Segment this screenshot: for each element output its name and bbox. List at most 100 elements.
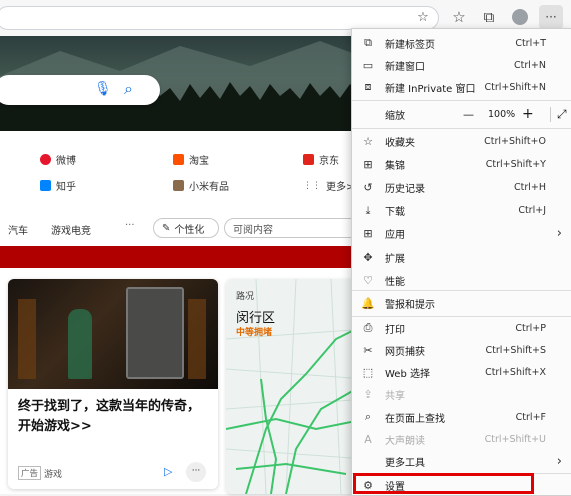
menu-item-collections[interactable]: ⊞ 集锦 Ctrl+Shift+Y [352,153,571,175]
traffic-card[interactable]: 路况 闵行区 中等拥堵 [226,279,366,494]
menu-item-label: 扩展 [385,253,405,265]
menu-item-alerts[interactable]: 🔔 警报和提示 [352,292,571,314]
share-icon: ⇪ [363,388,373,402]
nav-item-gaming[interactable]: 游戏电竞 [51,222,91,237]
quicklink-jd[interactable]: 京东 [303,152,339,167]
menu-item-inprivate[interactable]: ⧈ 新建 InPrivate 窗口 Ctrl+Shift+N [352,76,571,98]
menu-item-download[interactable]: ⤓ 下载 Ctrl+J [352,200,571,222]
menu-item-apps[interactable]: ⊞ 应用 › [352,223,571,245]
collections-icon[interactable]: ⧉ [477,5,501,29]
youpin-icon [173,180,184,191]
add-favorite-icon[interactable]: ☆ [411,5,435,29]
menu-item-label: Web 选择 [385,369,430,381]
more-menu-button[interactable]: ··· [539,5,563,29]
menu-item-label: 新建 InPrivate 窗口 [385,83,476,95]
quicklink-youpin[interactable]: 小米有品 [173,178,229,193]
profile-icon[interactable] [508,5,532,29]
menu-item-find[interactable]: ⌕ 在页面上查找 Ctrl+F [352,406,571,428]
pencil-icon: ✎ [162,222,171,234]
menu-item-read-aloud: A 大声朗读 Ctrl+Shift+U [352,429,571,451]
menu-item-print[interactable]: ⎙ 打印 Ctrl+P [352,317,571,339]
menu-item-shortcut: Ctrl+P [515,322,546,334]
menu-item-web-capture[interactable]: ✂ 网页捕获 Ctrl+Shift+S [352,339,571,361]
menu-separator [352,290,571,291]
search-icon[interactable]: ⌕ [124,79,133,99]
menu-item-shortcut: Ctrl+J [518,205,546,217]
menu-item-shortcut: Ctrl+Shift+X [485,367,546,379]
inprivate-icon: ⧈ [364,80,372,93]
menu-item-label: 在页面上查找 [385,413,445,425]
new-window-icon: ▭ [362,58,374,72]
address-bar[interactable] [0,6,439,30]
menu-item-favorites[interactable]: ☆ 收藏夹 Ctrl+Shift+O [352,130,571,152]
read-aloud-icon: A [364,433,372,446]
menu-item-shortcut: Ctrl+Shift+S [485,344,546,356]
menu-item-new-window[interactable]: ▭ 新建窗口 Ctrl+N [352,54,571,76]
find-icon: ⌕ [364,410,372,424]
zoom-in-button[interactable]: + [522,106,534,122]
grid-icon: ⋮⋮ [303,180,321,191]
menu-item-label: 打印 [385,324,405,336]
content-search-input[interactable]: 可阅内容 [224,218,364,238]
favorites-icon: ☆ [363,134,373,148]
menu-item-share: ⇪ 共享 [352,384,571,406]
menu-item-shortcut: Ctrl+Shift+Y [485,158,546,170]
new-tab-icon: ⧉ [364,36,372,49]
menu-item-extensions[interactable]: ✥ 扩展 [352,246,571,268]
performance-icon: ♡ [363,273,373,287]
play-icon[interactable]: ▷ [164,465,172,478]
menu-separator [352,128,571,129]
zhihu-icon [40,180,51,191]
zoom-value: 100% [488,108,516,120]
menu-item-web-select[interactable]: ⬚ Web 选择 Ctrl+Shift+X [352,362,571,384]
weibo-icon [40,154,51,165]
personalize-label: 个性化 [174,224,205,236]
collections-icon: ⊞ [363,157,373,171]
quicklink-label: 微博 [56,156,76,167]
ad-card-title[interactable]: 终于找到了，这款当年的传奇，开始游戏>> [18,397,208,437]
personalize-button[interactable]: ✎ 个性化 [153,218,219,238]
menu-separator [352,100,571,101]
menu-item-label: 新建窗口 [385,61,425,73]
menu-item-more-tools[interactable]: 更多工具 › [352,451,571,473]
nav-more-button[interactable]: ··· [125,220,135,231]
quicklink-taobao[interactable]: 淘宝 [173,152,209,167]
quicklink-label: 小米有品 [189,182,229,193]
search-box[interactable]: 🎙 ⌕ [0,75,160,105]
quicklink-label: 京东 [319,156,339,167]
menu-item-shortcut: Ctrl+F [515,411,546,423]
menu-item-history[interactable]: ↺ 历史记录 Ctrl+H [352,176,571,198]
fullscreen-icon[interactable]: ⤢ [550,106,567,122]
nav-item-auto[interactable]: 汽车 [8,222,28,237]
menu-item-new-tab[interactable]: ⧉ 新建标签页 Ctrl+T [352,32,571,54]
favorites-icon[interactable]: ☆ [447,5,471,29]
menu-item-shortcut: Ctrl+Shift+O [484,135,546,147]
ad-badge: 广告 [18,466,42,480]
ad-tag: 游戏 [44,470,63,480]
menu-item-performance[interactable]: ♡ 性能 [352,269,571,291]
menu-item-shortcut: Ctrl+Shift+U [484,434,546,445]
menu-item-shortcut: › [556,454,562,470]
download-icon: ⤓ [365,203,371,217]
alerts-icon: 🔔 [361,296,375,310]
menu-item-shortcut: Ctrl+H [513,181,546,193]
quicklink-weibo[interactable]: 微博 [40,152,76,167]
print-icon: ⎙ [363,321,373,334]
quicklink-zhihu[interactable]: 知乎 [40,178,76,193]
menu-item-label: 下载 [385,207,405,219]
quicklink-label: 淘宝 [189,156,209,167]
menu-item-shortcut: › [556,226,562,242]
jd-icon [303,154,314,165]
zoom-out-button[interactable]: — [463,108,474,121]
traffic-label: 路况 [236,292,255,302]
menu-item-label: 应用 [385,230,405,242]
apps-icon: ⊞ [363,227,373,241]
content-search-placeholder: 可阅内容 [233,224,273,236]
card-more-button[interactable]: ··· [186,462,206,482]
more-menu: ⧉ 新建标签页 Ctrl+T ▭ 新建窗口 Ctrl+N ⧈ 新建 InPrivate 窗口 C… [351,28,571,496]
microphone-icon[interactable]: 🎙 [94,81,112,97]
ad-card[interactable]: 终于找到了，这款当年的传奇，开始游戏>> 广告 游戏 ▷ ··· [8,279,218,489]
zoom-label: 缩放 [385,110,405,122]
web-select-icon: ⬚ [362,366,374,380]
menu-item-label: 收藏夹 [385,137,415,149]
